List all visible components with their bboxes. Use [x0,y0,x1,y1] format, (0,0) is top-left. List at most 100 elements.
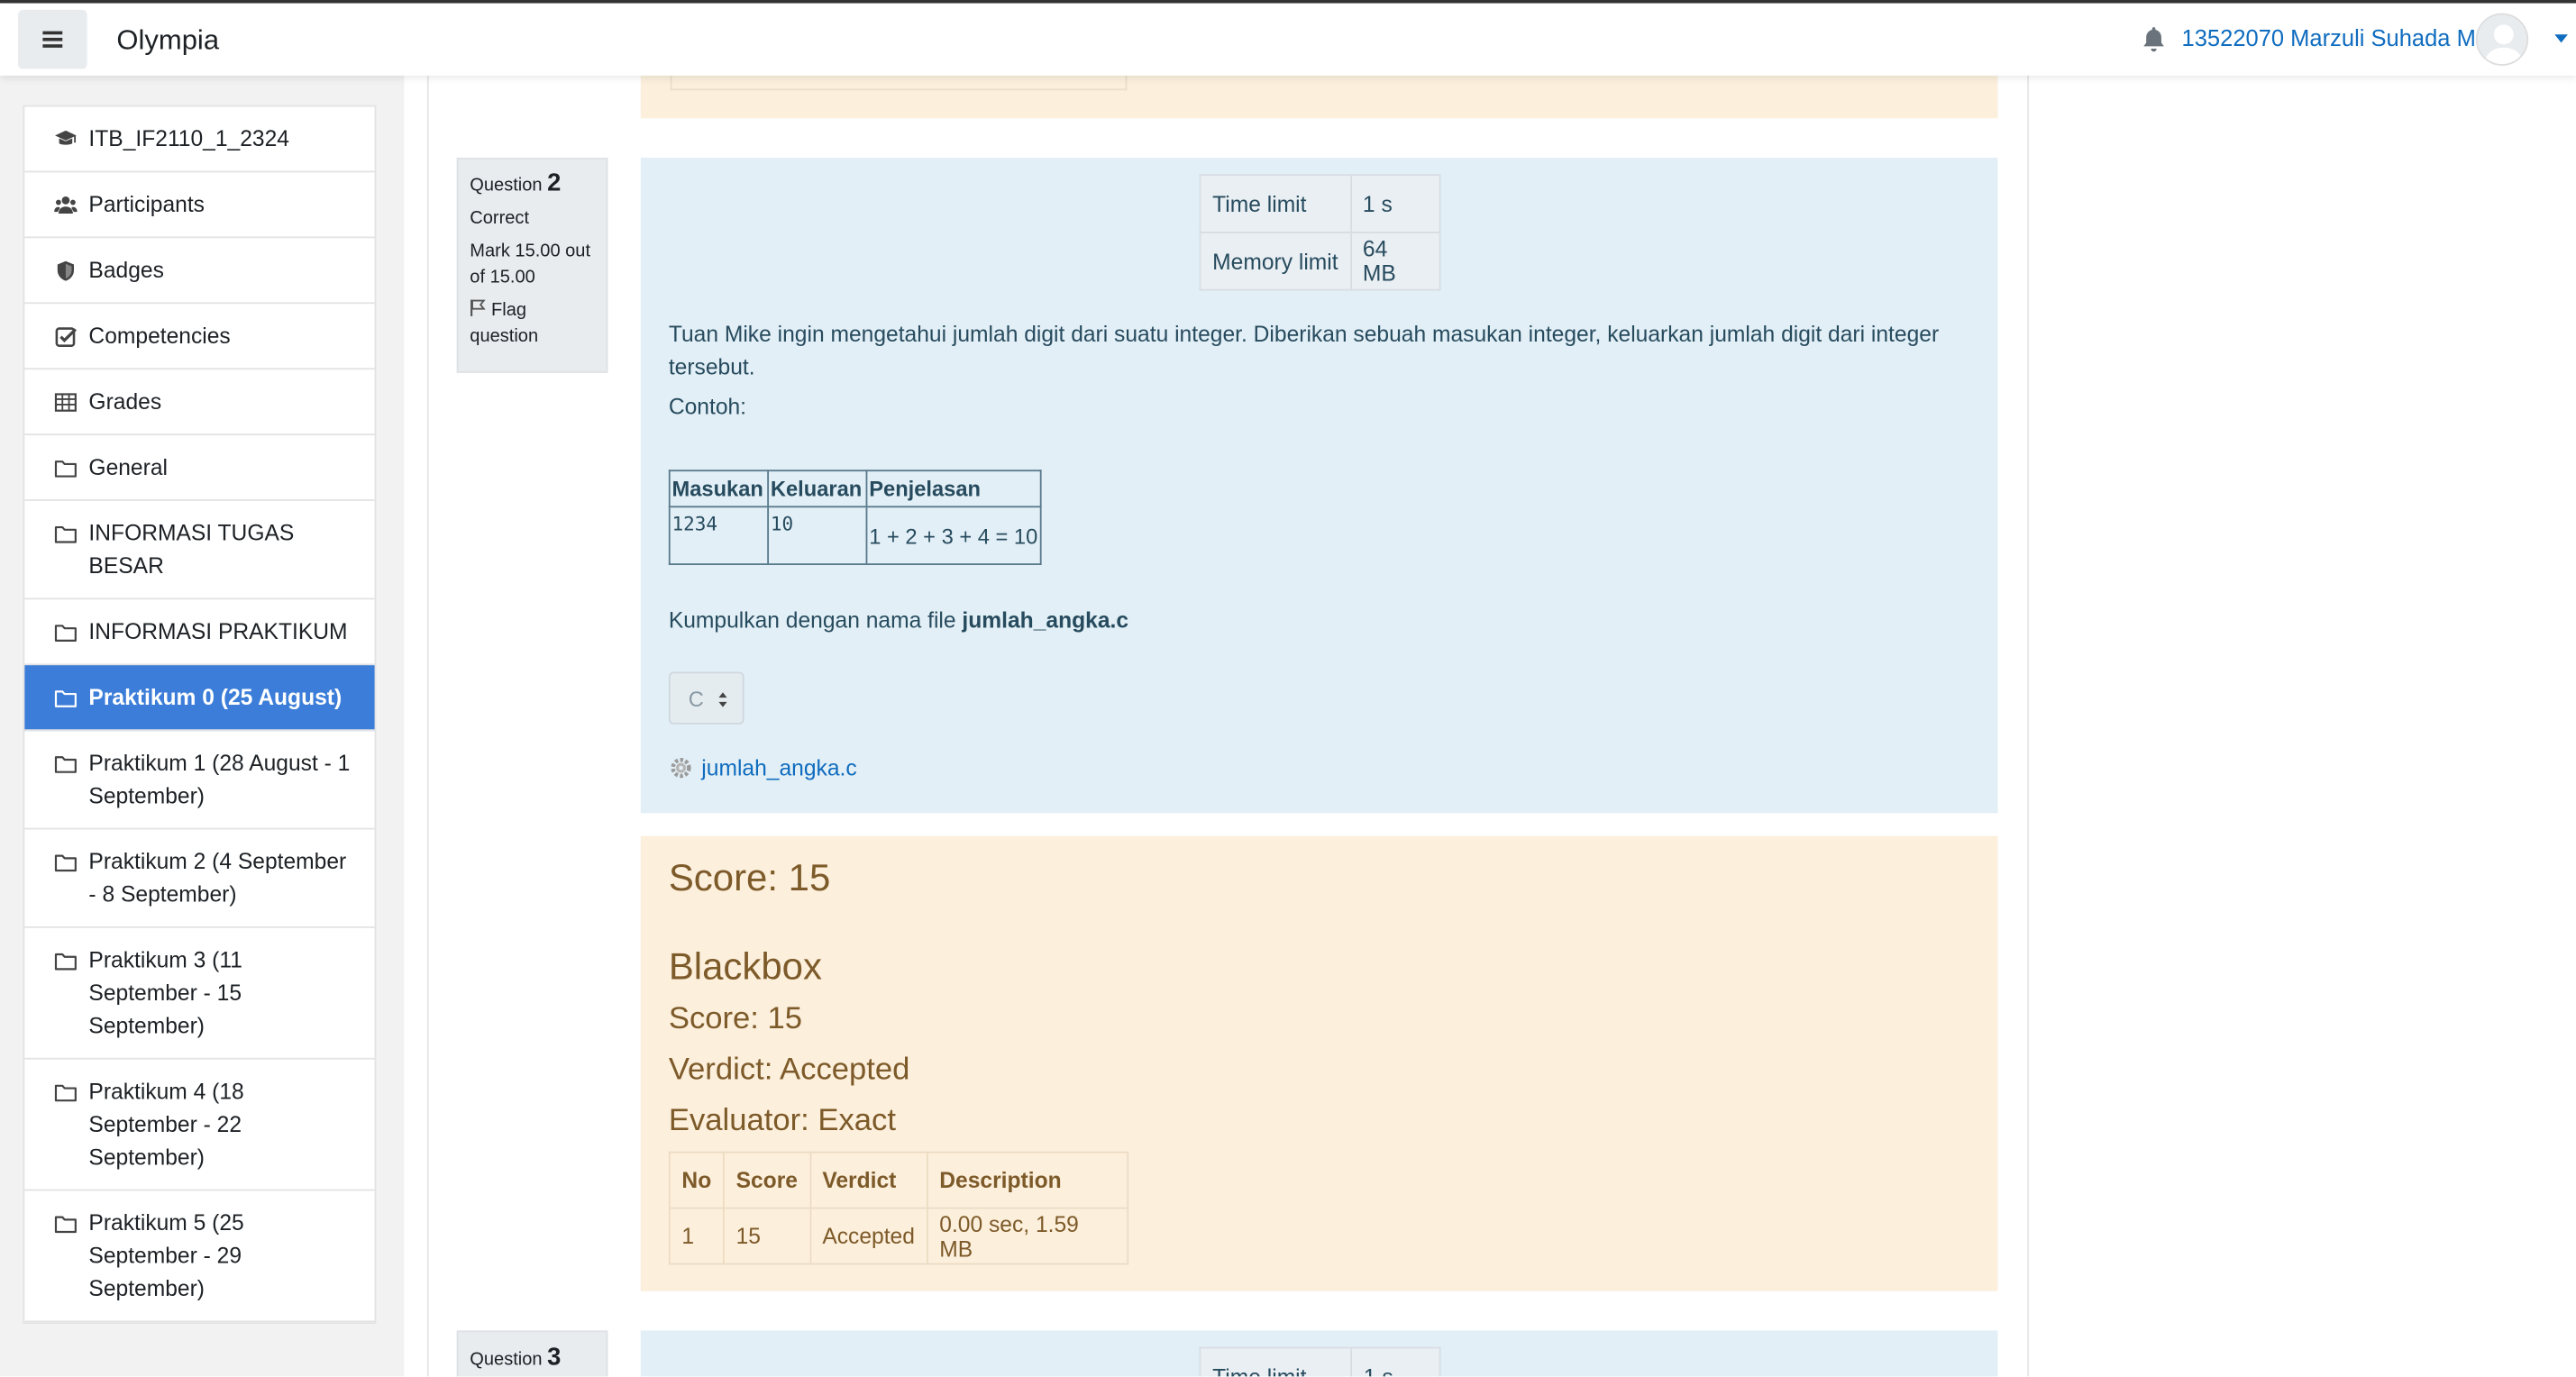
drawer-toggle-button[interactable] [18,9,87,69]
table-header-row: No Score Verdict Description [668,1151,1128,1209]
limit-value: 1 s [1349,174,1440,233]
folder-icon [54,461,77,478]
limit-value: 1 s [1350,1346,1441,1377]
shield-icon [57,260,75,281]
sidebar-item-label: Praktikum 2 (4 September - 8 September) [88,849,347,907]
table-icon [54,393,77,412]
question-number: 2 [547,169,562,197]
user-placeholder-icon [2483,24,2524,65]
testcase-results-table: No Score Verdict Description 1 15 Accept… [668,1151,1128,1265]
question-state: Correct [470,208,530,229]
sidebar-item-label: Grades [88,388,162,415]
attachment-file-name: jumlah_angka.c [701,755,857,780]
sidebar-item-informasi-tugas-besar[interactable]: INFORMASI TUGAS BESAR [24,501,375,600]
sidebar-item-praktikum-0-25-august[interactable]: Praktikum 0 (25 August) [24,665,375,732]
column-header: Keluaran [767,470,868,508]
question-number: 3 [547,1343,562,1372]
example-heading: Contoh: [668,394,747,419]
table-row: 1234 10 1 + 2 + 3 + 4 = 10 [668,506,1042,566]
attachment-link[interactable]: jumlah_angka.c [669,755,857,780]
nav-drawer: ITB_IF2110_1_2324 Participants Badges Compe… [0,75,405,1377]
table-row: Time limit 1 s [1199,1346,1441,1377]
problem-statement: Tuan Mike ingin mengetahui jumlah digit … [668,322,1940,380]
sidebar-item-praktikum-3-11-september-15-september[interactable]: Praktikum 3 (11 September - 15 September… [24,928,375,1060]
graduation-cap-icon [55,130,77,145]
submit-file-name: jumlah_angka.c [962,607,1129,633]
example-input: 1234 [668,506,770,566]
sidebar-item-praktikum-5-25-september-29-september[interactable]: Praktikum 5 (25 September - 29 September… [24,1190,375,1323]
course-nav-list: ITB_IF2110_1_2324 Participants Badges Compe… [23,105,377,1325]
folder-icon [54,625,77,642]
column-header: Verdict [808,1151,928,1209]
testcase-description: 0.00 sec, 1.59 MB [926,1207,1128,1265]
hamburger-icon [42,37,63,41]
submit-instruction-text: Kumpulkan dengan nama file [668,607,963,633]
sidebar-item-itb-if2110-1-2324[interactable]: ITB_IF2110_1_2324 [24,106,375,173]
flag-question-link[interactable]: Flag question [470,297,595,350]
table-row: Memory limit 64 MB [1199,232,1440,291]
table-row: 1 15 Accepted 0.00 sec, 1.59 MB [668,1207,1128,1265]
blackbox-heading: Blackbox [668,944,822,988]
sidebar-item-label: Praktikum 0 (25 August) [88,685,343,710]
limits-table: Time limit 1 s Memory limit 64 MB [1199,174,1440,291]
question-text-panel: Time limit 1 s Memory limit 64 MB Tuan M… [640,157,1998,814]
sidebar-item-label: INFORMASI PRAKTIKUM [88,619,348,644]
sidebar-item-label: Badges [88,258,164,283]
testcase-verdict: Accepted [808,1207,928,1265]
sidebar-item-label: Participants [88,192,206,217]
sidebar-item-badges[interactable]: Badges [24,238,375,305]
sidebar-item-label: ITB_IF2110_1_2324 [88,126,289,151]
limits-table: Time limit 1 s [1199,1346,1441,1377]
bell-icon[interactable] [2142,26,2166,52]
user-name-link[interactable]: 13522070 Marzuli Suhada M. [2182,24,2482,50]
table-row: Time limit 1 s [1199,174,1440,233]
limit-name: Time limit [1199,174,1352,233]
folder-icon [54,756,77,773]
sidebar-item-grades[interactable]: Grades [24,369,375,436]
language-select[interactable]: C [668,671,744,725]
sidebar-item-participants[interactable]: Participants [24,172,375,239]
sidebar-item-label: Competencies [88,324,231,349]
folder-icon [54,1216,77,1234]
question-info-panel: Question 3 [456,1330,608,1377]
question-label: Question [470,176,543,196]
blackbox-score: Score: 15 [668,1001,803,1037]
users-icon [54,196,78,214]
sidebar-item-informasi-praktikum[interactable]: INFORMASI PRAKTIKUM [24,599,375,666]
question-info-panel: Question 2 Correct Mark 15.00 out of 15.… [456,157,608,373]
sidebar-item-label: Praktikum 3 (11 September - 15 September… [88,947,242,1038]
check-square-icon [55,327,77,347]
sidebar-item-label: INFORMASI TUGAS BESAR [88,520,295,579]
folder-icon [54,1084,77,1102]
folder-icon [54,854,77,872]
avatar[interactable] [2475,13,2529,66]
folder-icon [54,953,77,971]
question-label: Question [470,1350,543,1371]
column-header: Penjelasan [865,470,1042,508]
column-header: Score [722,1151,811,1209]
sidebar-item-praktikum-1-28-august-1-september[interactable]: Praktikum 1 (28 August - 1 September) [24,731,375,830]
question-mark: Mark 15.00 out of 15.00 [470,241,591,287]
sidebar-item-label: Praktikum 5 (25 September - 29 September… [88,1210,244,1301]
sidebar-item-general[interactable]: General [24,435,375,501]
sidebar-item-praktikum-4-18-september-22-september[interactable]: Praktikum 4 (18 September - 22 September… [24,1060,375,1191]
language-value: C [688,686,704,712]
previous-question-feedback [640,75,1998,119]
grading-feedback-panel: Score: 15 Blackbox Score: 15 Verdict: Ac… [640,835,1998,1291]
site-brand[interactable]: Olympia [116,24,219,57]
limit-name: Time limit [1199,1346,1353,1377]
example-table: Masukan Keluaran Penjelasan 1234 10 1 + … [668,470,1042,566]
select-arrows-icon [718,692,727,707]
limit-name: Memory limit [1199,232,1352,291]
column-header: Description [926,1151,1128,1209]
previous-result-table-edge [670,75,1128,91]
submit-instruction: Kumpulkan dengan nama file jumlah_angka.… [669,607,1128,632]
folder-icon [54,690,77,707]
sidebar-item-competencies[interactable]: Competencies [24,304,375,370]
sidebar-item-label: General [88,454,168,480]
example-explanation: 1 + 2 + 3 + 4 = 10 [865,506,1042,566]
chevron-down-icon[interactable] [2554,34,2568,43]
sidebar-item-praktikum-2-4-september-8-september[interactable]: Praktikum 2 (4 September - 8 September) [24,829,375,928]
table-header-row: Masukan Keluaran Penjelasan [668,470,1042,508]
example-output: 10 [767,506,868,566]
